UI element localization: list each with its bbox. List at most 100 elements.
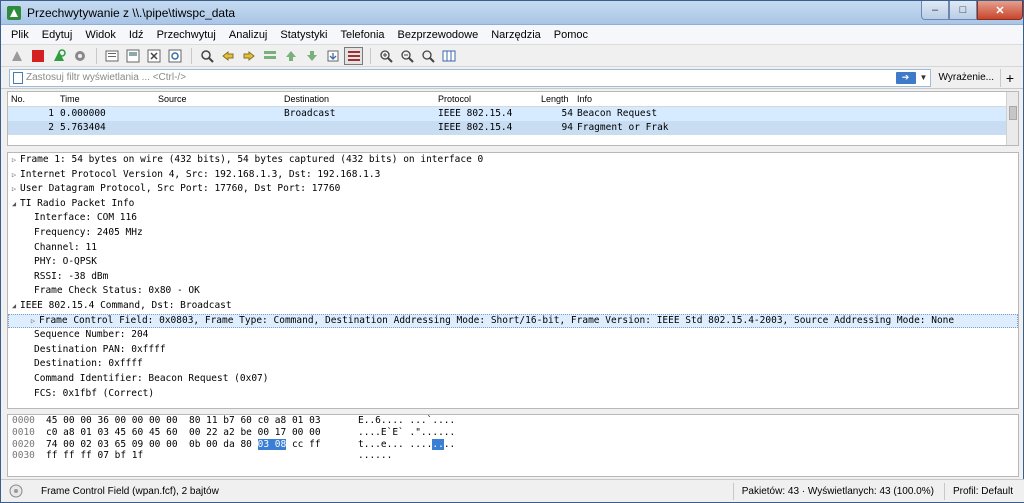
tree-item-udp[interactable]: ▷ User Datagram Protocol, Src Port: 17760… [8,182,1018,197]
tree-field[interactable]: Channel: 11 [8,241,1018,256]
hex-ascii-pre: t...e... .... [358,438,433,450]
menu-analizuj[interactable]: Analizuj [223,29,275,41]
status-bar: Frame Control Field (wpan.fcf), 2 bajtów… [1,479,1024,502]
selected-field-status: Frame Control Field (wpan.fcf), 2 bajtów [41,485,219,497]
stop-capture-icon[interactable] [28,47,47,65]
tree-field[interactable]: Destination: 0xffff [8,357,1018,372]
reload-file-icon[interactable] [165,47,184,65]
zoom-normal-icon[interactable] [418,47,437,65]
go-back-icon[interactable] [218,47,237,65]
tree-field[interactable]: RSSI: -38 dBm [8,270,1018,285]
expression-button[interactable]: Wyrażenie... [931,68,1001,87]
hex-row[interactable]: 0010 c0 a8 01 03 45 60 45 60 00 22 a2 be… [8,427,1018,439]
hex-bytes-post: cc ff [286,438,321,450]
expert-info-icon[interactable] [9,484,23,498]
close-file-icon[interactable] [144,47,163,65]
profile-status[interactable]: Profil: Default [945,486,1024,497]
toolbar-separator [370,47,371,64]
menu-bezprzewodowe[interactable]: Bezprzewodowe [392,29,486,41]
column-header-destination[interactable]: Destination [282,92,436,106]
filter-bookmark-icon[interactable] [13,71,23,84]
menu-pomoc[interactable]: Pomoc [548,29,595,41]
menu-przechwytuj[interactable]: Przechwytuj [151,29,223,41]
packet-row[interactable]: 1 0.000000 Broadcast IEEE 802.15.4 54 Be… [8,107,1018,121]
title-bar: Przechwytywanie z \\.\pipe\tiwspc_data –… [1,1,1023,25]
tree-field[interactable]: Sequence Number: 204 [8,328,1018,343]
auto-scroll-icon[interactable] [323,47,342,65]
expand-arrow-icon[interactable]: ▷ [8,182,20,197]
tree-field[interactable]: FCS: 0x1fbf (Correct) [8,387,1018,402]
hex-offset: 0020 [12,438,35,450]
resize-columns-icon[interactable] [439,47,458,65]
column-header-length[interactable]: Length [537,92,573,106]
go-to-packet-icon[interactable] [260,47,279,65]
hex-row[interactable]: 0000 45 00 00 36 00 00 00 00 80 11 b7 60… [8,415,1018,427]
save-file-icon[interactable] [123,47,142,65]
expand-arrow-icon[interactable]: ▷ [27,314,39,329]
expand-arrow-icon[interactable]: ▷ [8,168,20,183]
minimize-button[interactable]: – [921,1,949,20]
menu-plik[interactable]: Plik [5,29,36,41]
tree-field[interactable]: Frame Check Status: 0x80 - OK [8,284,1018,299]
hex-bytes: 74 00 02 03 65 09 00 00 0b 00 da 80 03 0… [46,438,358,451]
menu-statystyki[interactable]: Statystyki [274,29,334,41]
collapse-arrow-icon[interactable]: ◢ [8,197,20,212]
packet-time: 5.763404 [60,122,106,133]
hex-ascii: E..6.... ...`.... [358,415,456,426]
menu-idz[interactable]: Idź [123,29,151,41]
capture-options-gear-icon[interactable] [70,47,89,65]
tree-field[interactable]: Interface: COM 116 [8,211,1018,226]
column-header-time[interactable]: Time [60,92,156,106]
tree-field[interactable]: Destination PAN: 0xffff [8,343,1018,358]
apply-filter-arrow-icon[interactable]: ➔ [895,71,916,84]
column-header-protocol[interactable]: Protocol [436,92,537,106]
menu-telefonia[interactable]: Telefonia [334,29,391,41]
open-file-icon[interactable] [102,47,121,65]
go-first-packet-icon[interactable] [281,47,300,65]
packet-list-scrollbar[interactable] [1006,92,1018,145]
tree-item-label: User Datagram Protocol, Src Port: 17760,… [20,183,341,195]
hex-ascii: t...e... ........ [358,438,468,451]
tree-field[interactable]: PHY: O-QPSK [8,255,1018,270]
menu-edytuj[interactable]: Edytuj [36,29,80,41]
hex-row[interactable]: 0020 74 00 02 03 65 09 00 00 0b 00 da 80… [8,438,1018,451]
go-last-packet-icon[interactable] [302,47,321,65]
tree-field-frame-control-selected[interactable]: ▷ Frame Control Field: 0x0803, Frame Type… [8,313,1018,329]
packet-list: No. Time Source Destination Protocol Len… [7,91,1019,146]
zoom-in-icon[interactable] [376,47,395,65]
packet-no: 2 [48,122,54,133]
maximize-button[interactable]: □ [949,1,977,20]
column-header-source[interactable]: Source [156,92,282,106]
hex-row[interactable]: 0030 ff ff ff 07 bf 1f ...... [8,450,1018,462]
menu-widok[interactable]: Widok [79,29,123,41]
filter-dropdown-chevron-icon[interactable]: ▼ [918,73,930,82]
menu-narzedzia[interactable]: Narzędzia [485,29,548,41]
display-filter-input[interactable]: Zastosuj filtr wyświetlania ... <Ctrl-/>… [9,68,931,87]
tree-field[interactable]: Command Identifier: Beacon Request (0x07… [8,372,1018,387]
colorize-list-icon[interactable] [344,46,363,65]
toolbar-separator [96,47,97,64]
packet-row[interactable]: 2 5.763404 IEEE 802.15.4 94 Fragment or … [8,121,1018,135]
column-header-no[interactable]: No. [8,92,60,106]
start-capture-fin-icon[interactable] [7,47,26,65]
zoom-out-icon[interactable] [397,47,416,65]
packet-details-tree: ▷ Frame 1: 54 bytes on wire (432 bits), 5… [7,152,1019,409]
add-filter-button[interactable]: + [1001,69,1019,87]
tree-field[interactable]: Frequency: 2405 MHz [8,226,1018,241]
go-forward-icon[interactable] [239,47,258,65]
tree-item-ti-radio[interactable]: ◢ TI Radio Packet Info [8,197,1018,212]
tree-item-ip[interactable]: ▷ Internet Protocol Version 4, Src: 192.1… [8,168,1018,183]
collapse-arrow-icon[interactable]: ◢ [8,299,20,314]
packet-length: 54 [561,108,573,119]
scrollbar-thumb[interactable] [1009,106,1017,120]
packet-info: Beacon Request [577,108,658,119]
find-packet-icon[interactable] [197,47,216,65]
expand-arrow-icon[interactable]: ▷ [8,153,20,168]
tree-item-frame[interactable]: ▷ Frame 1: 54 bytes on wire (432 bits), 5… [8,153,1018,168]
close-button[interactable]: ✕ [977,1,1023,20]
column-header-info[interactable]: Info [573,92,1018,106]
restart-capture-icon[interactable] [49,47,68,65]
application-window: Przechwytywanie z \\.\pipe\tiwspc_data –… [0,0,1024,503]
packet-source [156,121,282,135]
tree-item-ieee802154[interactable]: ◢ IEEE 802.15.4 Command, Dst: Broadcast [8,299,1018,314]
